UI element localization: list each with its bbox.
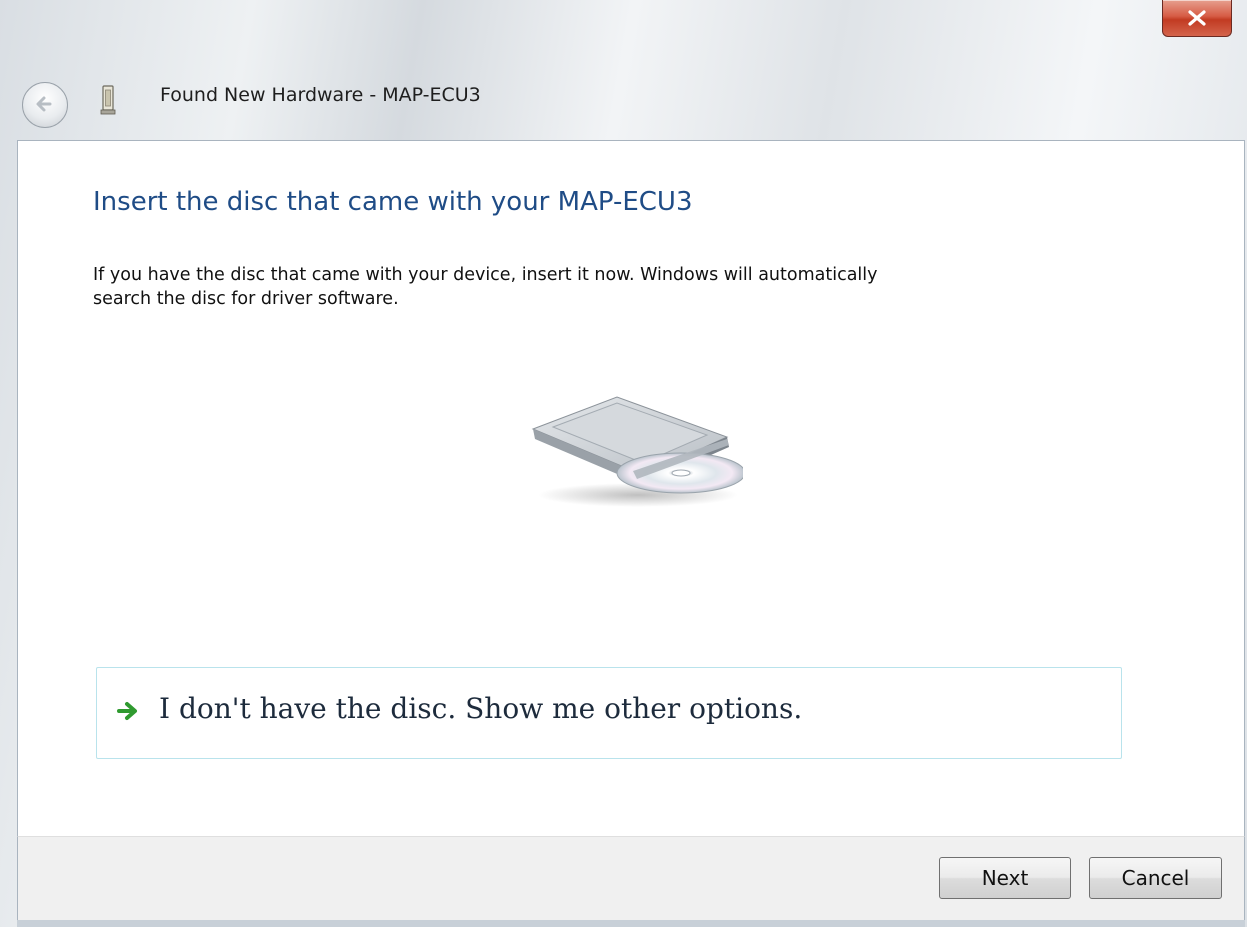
next-button[interactable]: Next [939, 857, 1071, 899]
cancel-button[interactable]: Cancel [1089, 857, 1222, 899]
no-disc-option-label: I don't have the disc. Show me other opt… [159, 692, 803, 725]
content-panel: Insert the disc that came with your MAP-… [17, 140, 1245, 836]
body-text-line-1: If you have the disc that came with your… [93, 265, 878, 285]
body-text: If you have the disc that came with your… [93, 263, 1083, 311]
back-arrow-icon [36, 96, 52, 112]
green-arrow-icon [117, 702, 137, 720]
body-text-line-2: search the disc for driver software. [93, 289, 399, 309]
window-title: Found New Hardware - MAP-ECU3 [160, 84, 481, 106]
main-instruction: Insert the disc that came with your MAP-… [93, 187, 693, 217]
footer-bar: Next Cancel [17, 836, 1245, 920]
close-icon [1188, 10, 1206, 26]
optical-drive-icon [531, 396, 743, 507]
close-button[interactable] [1162, 0, 1232, 37]
back-button[interactable] [22, 82, 68, 128]
wizard-window: Found New Hardware - MAP-ECU3 Insert the… [0, 0, 1247, 927]
usb-device-icon [100, 85, 116, 115]
no-disc-option[interactable]: I don't have the disc. Show me other opt… [96, 667, 1122, 759]
window-bottom-edge [17, 920, 1245, 927]
